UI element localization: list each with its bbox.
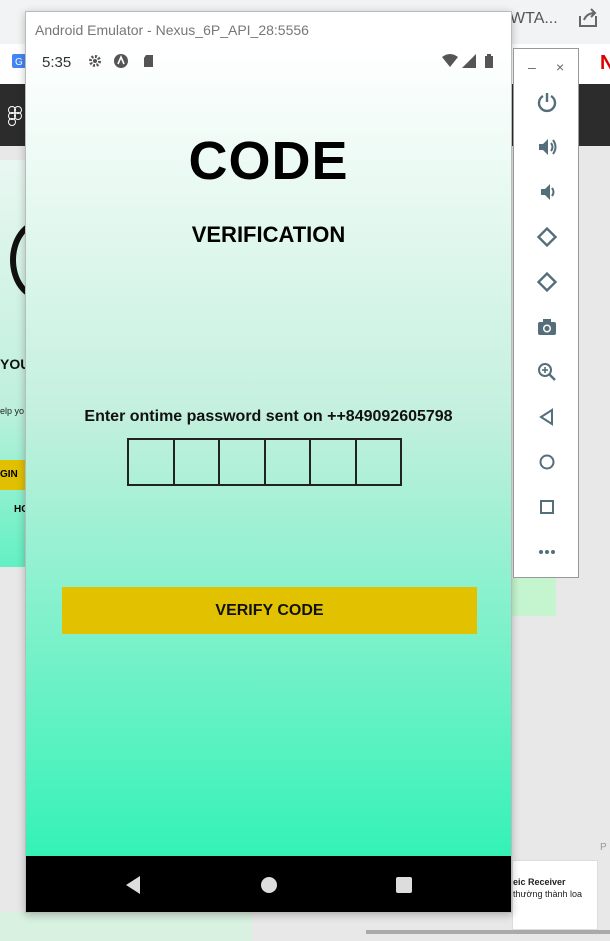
home-icon[interactable] (258, 874, 280, 896)
android-nav-bar (26, 856, 511, 912)
status-time: 5:35 (42, 54, 72, 71)
emulator-window: Android Emulator - Nexus_6P_API_28:5556 … (25, 11, 512, 913)
otp-input-group (127, 438, 402, 486)
rotate-right-icon[interactable] (536, 271, 558, 293)
sd-card-icon (144, 55, 153, 67)
share-icon[interactable] (576, 6, 600, 30)
bg-login-button: GIN (0, 460, 26, 490)
rotate-left-icon[interactable] (536, 226, 558, 248)
status-bar: 5:35 (26, 48, 511, 74)
card-line-1: eic Receiver (513, 877, 566, 887)
card-line-2: thường thành loa (513, 889, 582, 899)
background-card[interactable]: eic Receiver thường thành loa (512, 860, 598, 930)
otp-digit-3[interactable] (218, 438, 266, 486)
svg-text:G: G (15, 57, 23, 68)
power-icon[interactable] (536, 91, 558, 113)
back-icon[interactable] (536, 406, 558, 428)
close-button[interactable]: × (556, 59, 564, 75)
android-auto-icon (114, 54, 128, 68)
otp-digit-2[interactable] (172, 438, 220, 486)
background-design-preview: YOU elp yo GIN HO (0, 160, 26, 567)
bg-heading: YOU (0, 356, 26, 372)
logo-ring (10, 220, 26, 300)
emulator-side-toolbar: – × (513, 48, 579, 578)
zoom-icon[interactable] (536, 361, 558, 383)
settings-icon (89, 55, 101, 67)
background-corner-text: P (600, 842, 607, 853)
minimize-button[interactable]: – (528, 59, 536, 75)
otp-digit-1[interactable] (127, 438, 175, 486)
camera-icon[interactable] (536, 316, 558, 338)
emulator-title-bar[interactable]: Android Emulator - Nexus_6P_API_28:5556 (26, 12, 511, 48)
bg-help-text: elp yo (0, 406, 25, 416)
wifi-icon (442, 54, 458, 67)
figma-icon[interactable] (8, 106, 22, 126)
otp-digit-6[interactable] (354, 438, 402, 486)
verify-code-button[interactable]: VERIFY CODE (62, 587, 477, 634)
background-bottom-strip (0, 912, 252, 941)
horizontal-scrollbar[interactable] (366, 930, 610, 934)
back-icon[interactable] (122, 874, 144, 896)
browser-tab-title[interactable]: WTA... (510, 10, 558, 28)
home-icon[interactable] (536, 451, 558, 473)
cell-signal-icon (462, 54, 476, 68)
otp-digit-4[interactable] (263, 438, 311, 486)
more-icon[interactable] (536, 541, 558, 563)
overview-icon[interactable] (536, 496, 558, 518)
otp-prompt: Enter ontime password sent on ++84909260… (84, 408, 453, 425)
page-subtitle: VERIFICATION (191, 222, 346, 247)
battery-icon (485, 54, 493, 68)
volume-down-icon[interactable] (536, 181, 558, 203)
device-screen: 5:35 CODE VERIFICATION Enter ontime pass… (26, 48, 511, 856)
volume-up-icon[interactable] (536, 136, 558, 158)
google-icon[interactable]: G (12, 54, 26, 68)
emulator-window-title: Android Emulator - Nexus_6P_API_28:5556 (35, 22, 309, 38)
page-title: CODE (188, 131, 349, 191)
netflix-icon[interactable]: N (600, 52, 610, 75)
background-green-block (512, 578, 556, 616)
recents-icon[interactable] (393, 874, 415, 896)
otp-digit-5[interactable] (309, 438, 357, 486)
